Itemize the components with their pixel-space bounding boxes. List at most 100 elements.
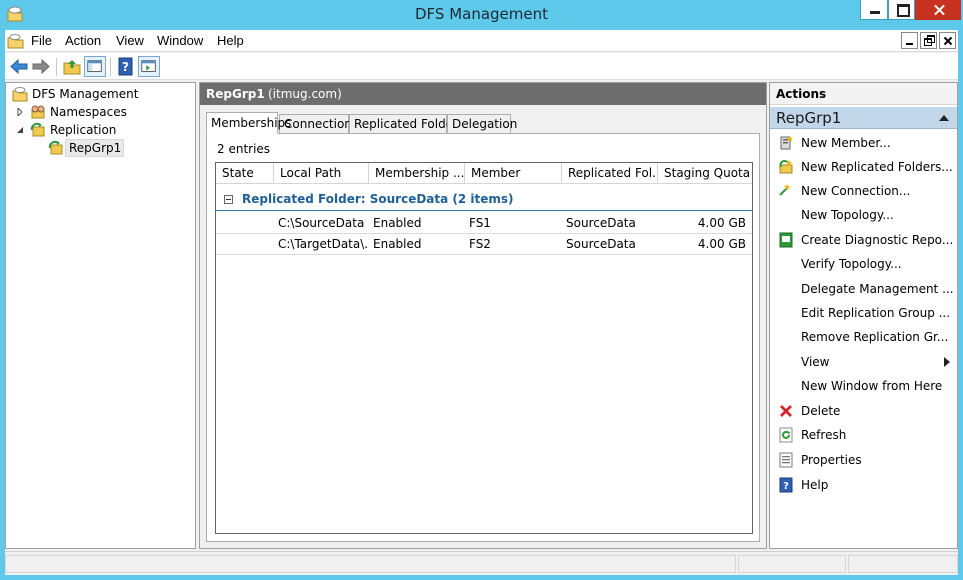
menu-view[interactable]: View bbox=[116, 33, 144, 48]
action-new-connection[interactable]: New Connection... bbox=[770, 179, 957, 203]
action-delete[interactable]: Delete bbox=[770, 399, 957, 423]
cell-local-path: C:\SourceData bbox=[278, 216, 365, 230]
actions-section-label: RepGrp1 bbox=[776, 109, 842, 127]
tree-node-namespaces[interactable]: Namespaces bbox=[14, 103, 184, 121]
replication-group-icon bbox=[48, 140, 63, 155]
expand-arrow-icon[interactable] bbox=[16, 108, 24, 116]
delete-icon bbox=[780, 405, 792, 417]
action-label: Delete bbox=[801, 404, 841, 418]
status-panel bbox=[738, 555, 846, 573]
toolbar-separator bbox=[110, 58, 111, 76]
maximize-button[interactable] bbox=[888, 0, 915, 20]
status-panel-main bbox=[5, 555, 736, 573]
svg-text:?: ? bbox=[122, 60, 129, 74]
actions-section-header[interactable]: RepGrp1 bbox=[770, 107, 957, 129]
tab-replicated-folders[interactable]: Replicated Folders bbox=[349, 114, 464, 134]
action-label: Properties bbox=[801, 453, 862, 467]
show-hide-action-pane-icon[interactable] bbox=[138, 56, 160, 77]
collapse-up-icon[interactable] bbox=[939, 115, 949, 121]
forward-arrow-icon[interactable] bbox=[30, 56, 52, 77]
client-area: File Action View Window Help ? DFS Manag… bbox=[5, 30, 958, 575]
collapse-group-icon[interactable] bbox=[224, 195, 233, 204]
back-arrow-icon[interactable] bbox=[8, 56, 30, 77]
up-folder-icon[interactable] bbox=[61, 56, 83, 77]
child-minimize-button[interactable] bbox=[901, 32, 918, 49]
action-verify-topology[interactable]: Verify Topology... bbox=[770, 252, 957, 276]
action-label: New Connection... bbox=[801, 184, 911, 198]
action-help[interactable]: ? Help bbox=[770, 473, 957, 497]
child-restore-button[interactable] bbox=[920, 32, 937, 49]
column-header-local-path[interactable]: Local Path bbox=[274, 163, 369, 184]
action-refresh[interactable]: Refresh bbox=[770, 423, 957, 447]
action-new-replicated-folders[interactable]: New Replicated Folders... bbox=[770, 155, 957, 179]
collapse-arrow-icon[interactable] bbox=[16, 126, 24, 134]
action-label: Remove Replication Gr... bbox=[801, 330, 949, 344]
action-label: Refresh bbox=[801, 428, 847, 442]
column-header-member[interactable]: Member bbox=[465, 163, 562, 184]
tree-node-repgrp1[interactable]: RepGrp1 bbox=[46, 139, 124, 157]
toolbar: ? bbox=[5, 53, 958, 80]
menu-window[interactable]: Window bbox=[157, 33, 203, 48]
menu-action[interactable]: Action bbox=[65, 33, 101, 48]
console-icon[interactable] bbox=[7, 33, 24, 49]
title-bar: DFS Management bbox=[0, 0, 963, 30]
help-icon[interactable]: ? bbox=[115, 56, 137, 77]
table-row[interactable]: C:\TargetData\... Enabled FS2 SourceData… bbox=[216, 234, 752, 255]
results-subtitle: (itmug.com) bbox=[268, 87, 342, 101]
tree-node-dfs-management[interactable]: DFS Management bbox=[10, 85, 190, 103]
action-label: View bbox=[801, 355, 830, 369]
menu-file[interactable]: File bbox=[31, 33, 52, 48]
action-label: Edit Replication Group ... bbox=[801, 306, 951, 320]
action-new-member[interactable]: New Member... bbox=[770, 131, 957, 155]
cell-replicated-folder: SourceData bbox=[566, 216, 636, 230]
new-replicated-folders-icon bbox=[779, 160, 793, 174]
replication-icon bbox=[30, 122, 45, 137]
column-header-membership[interactable]: Membership ... bbox=[369, 163, 465, 184]
action-label: Verify Topology... bbox=[801, 257, 902, 271]
refresh-icon bbox=[779, 427, 793, 443]
memberships-list[interactable]: State Local Path Membership ... Member R… bbox=[215, 162, 753, 534]
group-divider bbox=[216, 210, 752, 211]
show-hide-tree-icon[interactable] bbox=[84, 56, 106, 77]
group-label: Replicated Folder: SourceData (2 items) bbox=[242, 192, 514, 206]
action-delegate-management[interactable]: Delegate Management ... bbox=[770, 277, 957, 301]
action-new-window-from-here[interactable]: New Window from Here bbox=[770, 374, 957, 398]
tree-label: DFS Management bbox=[32, 87, 139, 101]
tab-delegation[interactable]: Delegation bbox=[447, 114, 517, 134]
action-properties[interactable]: Properties bbox=[770, 448, 957, 472]
column-header-staging-quota[interactable]: Staging Quota bbox=[658, 163, 752, 184]
table-row[interactable]: C:\SourceData Enabled FS1 SourceData 4.0… bbox=[216, 213, 752, 234]
group-header[interactable]: Replicated Folder: SourceData (2 items) bbox=[216, 185, 752, 211]
action-label: Help bbox=[801, 478, 829, 492]
close-button[interactable] bbox=[915, 0, 961, 20]
action-new-topology[interactable]: New Topology... bbox=[770, 203, 957, 227]
cell-membership: Enabled bbox=[373, 216, 422, 230]
tab-memberships[interactable]: Memberships bbox=[206, 112, 291, 134]
action-label: New Window from Here bbox=[801, 379, 943, 393]
action-view[interactable]: View bbox=[770, 350, 957, 374]
new-connection-icon bbox=[779, 184, 790, 196]
action-edit-replication-group[interactable]: Edit Replication Group ... bbox=[770, 301, 957, 325]
action-remove-replication-group[interactable]: Remove Replication Gr... bbox=[770, 325, 957, 349]
column-header-state[interactable]: State bbox=[216, 163, 274, 184]
minimize-button[interactable] bbox=[860, 0, 888, 20]
action-create-diagnostic-report[interactable]: Create Diagnostic Repo... bbox=[770, 228, 957, 252]
submenu-arrow-icon bbox=[944, 357, 950, 367]
status-panel bbox=[848, 555, 958, 573]
menu-help[interactable]: Help bbox=[217, 33, 244, 48]
results-title: RepGrp1 bbox=[206, 87, 265, 101]
new-member-icon bbox=[780, 136, 793, 150]
cell-replicated-folder: SourceData bbox=[566, 237, 636, 251]
tree-label: Replication bbox=[50, 123, 117, 137]
action-label: Create Diagnostic Repo... bbox=[801, 233, 954, 247]
cell-member: FS1 bbox=[469, 216, 491, 230]
child-close-button[interactable] bbox=[939, 32, 956, 49]
cell-staging-quota: 4.00 GB bbox=[697, 216, 746, 230]
action-label: Delegate Management ... bbox=[801, 282, 954, 296]
tree-label: Namespaces bbox=[50, 105, 127, 119]
actions-title: Actions bbox=[770, 83, 957, 105]
tree-node-replication[interactable]: Replication bbox=[14, 121, 184, 139]
column-header-replicated-folder[interactable]: Replicated Fol... bbox=[562, 163, 658, 184]
action-label: New Replicated Folders... bbox=[801, 160, 953, 174]
svg-text:?: ? bbox=[783, 481, 789, 492]
